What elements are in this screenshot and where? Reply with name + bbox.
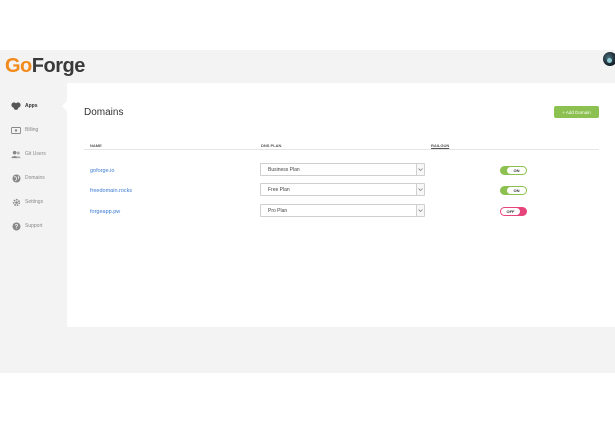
sidebar-item-settings[interactable]: Settings — [0, 191, 67, 213]
apps-icon — [11, 101, 21, 111]
column-header-dns-plan[interactable]: DNS PLAN — [261, 143, 281, 148]
table-row: goforge.io Business Plan ON — [84, 160, 599, 181]
billing-icon — [11, 125, 21, 135]
dns-plan-value: Free Plan — [268, 187, 290, 193]
dns-plan-select[interactable]: Business Plan — [260, 163, 425, 176]
sidebar-item-label: Support — [25, 223, 43, 229]
svg-text:?: ? — [14, 224, 18, 230]
page-title: Domains — [84, 107, 124, 118]
gear-icon — [11, 197, 21, 207]
globe-icon — [11, 173, 21, 183]
chevron-down-icon — [416, 205, 424, 216]
column-header-railgun[interactable]: RAILGUN — [431, 143, 449, 148]
dns-plan-value: Pro Plan — [268, 208, 288, 214]
sidebar-item-billing[interactable]: Billing — [0, 119, 67, 141]
dns-plan-select[interactable]: Free Plan — [260, 183, 425, 196]
top-bar: GoForge — [0, 50, 615, 83]
user-avatar[interactable] — [603, 52, 615, 66]
railgun-toggle[interactable]: ON — [500, 186, 527, 195]
sidebar-item-label: Git Users — [25, 151, 46, 157]
sidebar-item-support[interactable]: ? Support — [0, 215, 67, 237]
chevron-down-icon — [416, 164, 424, 175]
dns-plan-value: Business Plan — [268, 167, 300, 173]
dns-plan-select[interactable]: Pro Plan — [260, 204, 425, 217]
railgun-toggle-label: OFF — [501, 208, 520, 215]
domain-link[interactable]: freedomain.rocks — [90, 188, 132, 194]
goforge-logo[interactable]: GoForge — [5, 52, 85, 80]
app-shell: GoForge Apps Billing Git Users Domains S… — [0, 50, 615, 373]
column-header-name[interactable]: NAME — [90, 143, 102, 148]
sidebar-item-label: Settings — [25, 199, 44, 205]
table-row: forgeapp.pw Pro Plan OFF — [84, 201, 599, 222]
sidebar-item-git-users[interactable]: Git Users — [0, 143, 67, 165]
domain-link[interactable]: goforge.io — [90, 168, 114, 174]
domain-link[interactable]: forgeapp.pw — [90, 209, 120, 215]
sidebar-item-label: Apps — [25, 103, 38, 109]
railgun-toggle-label: ON — [507, 167, 526, 174]
sidebar-item-label: Domains — [25, 175, 45, 181]
railgun-toggle-label: ON — [507, 187, 526, 194]
sidebar: Apps Billing Git Users Domains Settings — [0, 83, 68, 373]
railgun-toggle[interactable]: ON — [500, 166, 527, 175]
logo-text-go: Go — [5, 55, 32, 77]
sidebar-item-apps[interactable]: Apps — [0, 95, 68, 117]
add-domain-button[interactable]: + Add Domain — [554, 106, 599, 118]
main-content: Domains + Add Domain NAME DNS PLAN RAILG… — [67, 83, 615, 327]
logo-text-forge: Forge — [31, 55, 86, 77]
sidebar-item-domains[interactable]: Domains — [0, 167, 67, 189]
railgun-toggle[interactable]: OFF — [500, 207, 527, 216]
users-icon — [11, 149, 21, 159]
help-icon: ? — [11, 221, 21, 231]
chevron-down-icon — [416, 184, 424, 195]
table-row: freedomain.rocks Free Plan ON — [84, 180, 599, 201]
sidebar-item-label: Billing — [25, 127, 39, 133]
table-header: NAME DNS PLAN RAILGUN — [84, 141, 599, 150]
